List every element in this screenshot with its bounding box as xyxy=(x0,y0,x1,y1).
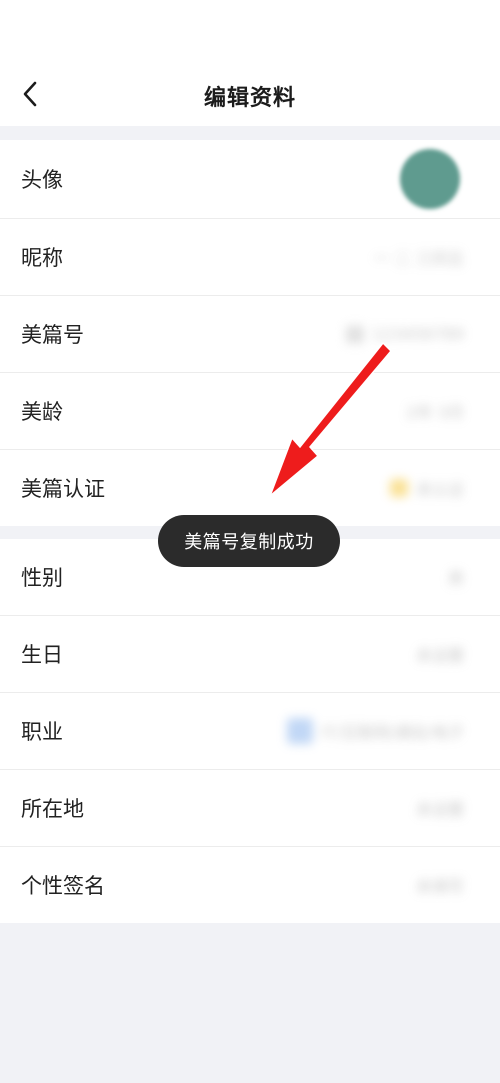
row-value-birthday: 未设置 xyxy=(416,642,464,666)
signature-value: 未填写 xyxy=(415,877,464,896)
copy-icon xyxy=(346,325,365,343)
row-label-birthday: 生日 xyxy=(21,643,63,667)
nickname-value: 一 二 三四五 xyxy=(373,249,464,268)
row-account-age[interactable]: 美龄 2年 3月 xyxy=(0,373,500,450)
row-value-meipian-id[interactable]: 123456789 xyxy=(346,325,464,344)
row-label-gender: 性别 xyxy=(21,566,63,590)
row-value-gender: 男 xyxy=(448,565,464,589)
gender-value: 男 xyxy=(447,569,464,588)
nav-bar: 编辑资料 xyxy=(0,60,500,126)
row-birthday[interactable]: 生日 未设置 xyxy=(0,616,500,693)
avatar[interactable] xyxy=(400,149,460,209)
row-label-signature: 个性签名 xyxy=(21,874,105,898)
row-label-location: 所在地 xyxy=(21,797,84,821)
row-value-account-age: 2年 3月 xyxy=(407,399,464,423)
profile-group-personal: 性别 男 生日 未设置 职业 IT/互联网/通信/电子 所在地 未设置 个性签名… xyxy=(0,539,500,923)
row-value-verification: 未认证 xyxy=(389,476,464,500)
page-title: 编辑资料 xyxy=(203,86,296,111)
row-label-verification: 美篇认证 xyxy=(21,477,105,501)
row-value-location: 未设置 xyxy=(416,796,464,820)
row-meipian-id[interactable]: 美篇号 123456789 xyxy=(0,296,500,373)
row-label-occupation: 职业 xyxy=(21,720,63,744)
row-signature[interactable]: 个性签名 未填写 xyxy=(0,847,500,923)
toast-message: 美篇号复制成功 xyxy=(158,515,340,567)
status-bar xyxy=(0,0,500,60)
verification-value: 未认证 xyxy=(415,480,464,499)
account-age-value: 2年 3月 xyxy=(406,403,464,422)
occupation-icon xyxy=(287,718,314,744)
row-label-avatar: 头像 xyxy=(21,168,63,192)
row-label-nickname: 昵称 xyxy=(21,246,63,270)
row-value-signature: 未填写 xyxy=(416,873,464,897)
row-nickname[interactable]: 昵称 一 二 三四五 xyxy=(0,219,500,296)
row-value-occupation: IT/互联网/通信/电子 xyxy=(287,718,464,744)
location-value: 未设置 xyxy=(415,800,464,819)
meipian-id-value: 123456789 xyxy=(372,324,464,344)
row-location[interactable]: 所在地 未设置 xyxy=(0,770,500,847)
profile-group-basic: 头像 昵称 一 二 三四五 美篇号 123456789 美龄 2年 3月 美篇认… xyxy=(0,140,500,526)
row-avatar[interactable]: 头像 xyxy=(0,140,500,219)
row-label-account-age: 美龄 xyxy=(21,400,63,424)
occupation-value: IT/互联网/通信/电子 xyxy=(321,723,464,742)
row-label-meipian-id: 美篇号 xyxy=(21,323,84,347)
row-occupation[interactable]: 职业 IT/互联网/通信/电子 xyxy=(0,693,500,770)
birthday-value: 未设置 xyxy=(415,646,464,665)
row-value-nickname: 一 二 三四五 xyxy=(374,245,464,269)
verification-badge-icon xyxy=(389,479,408,497)
